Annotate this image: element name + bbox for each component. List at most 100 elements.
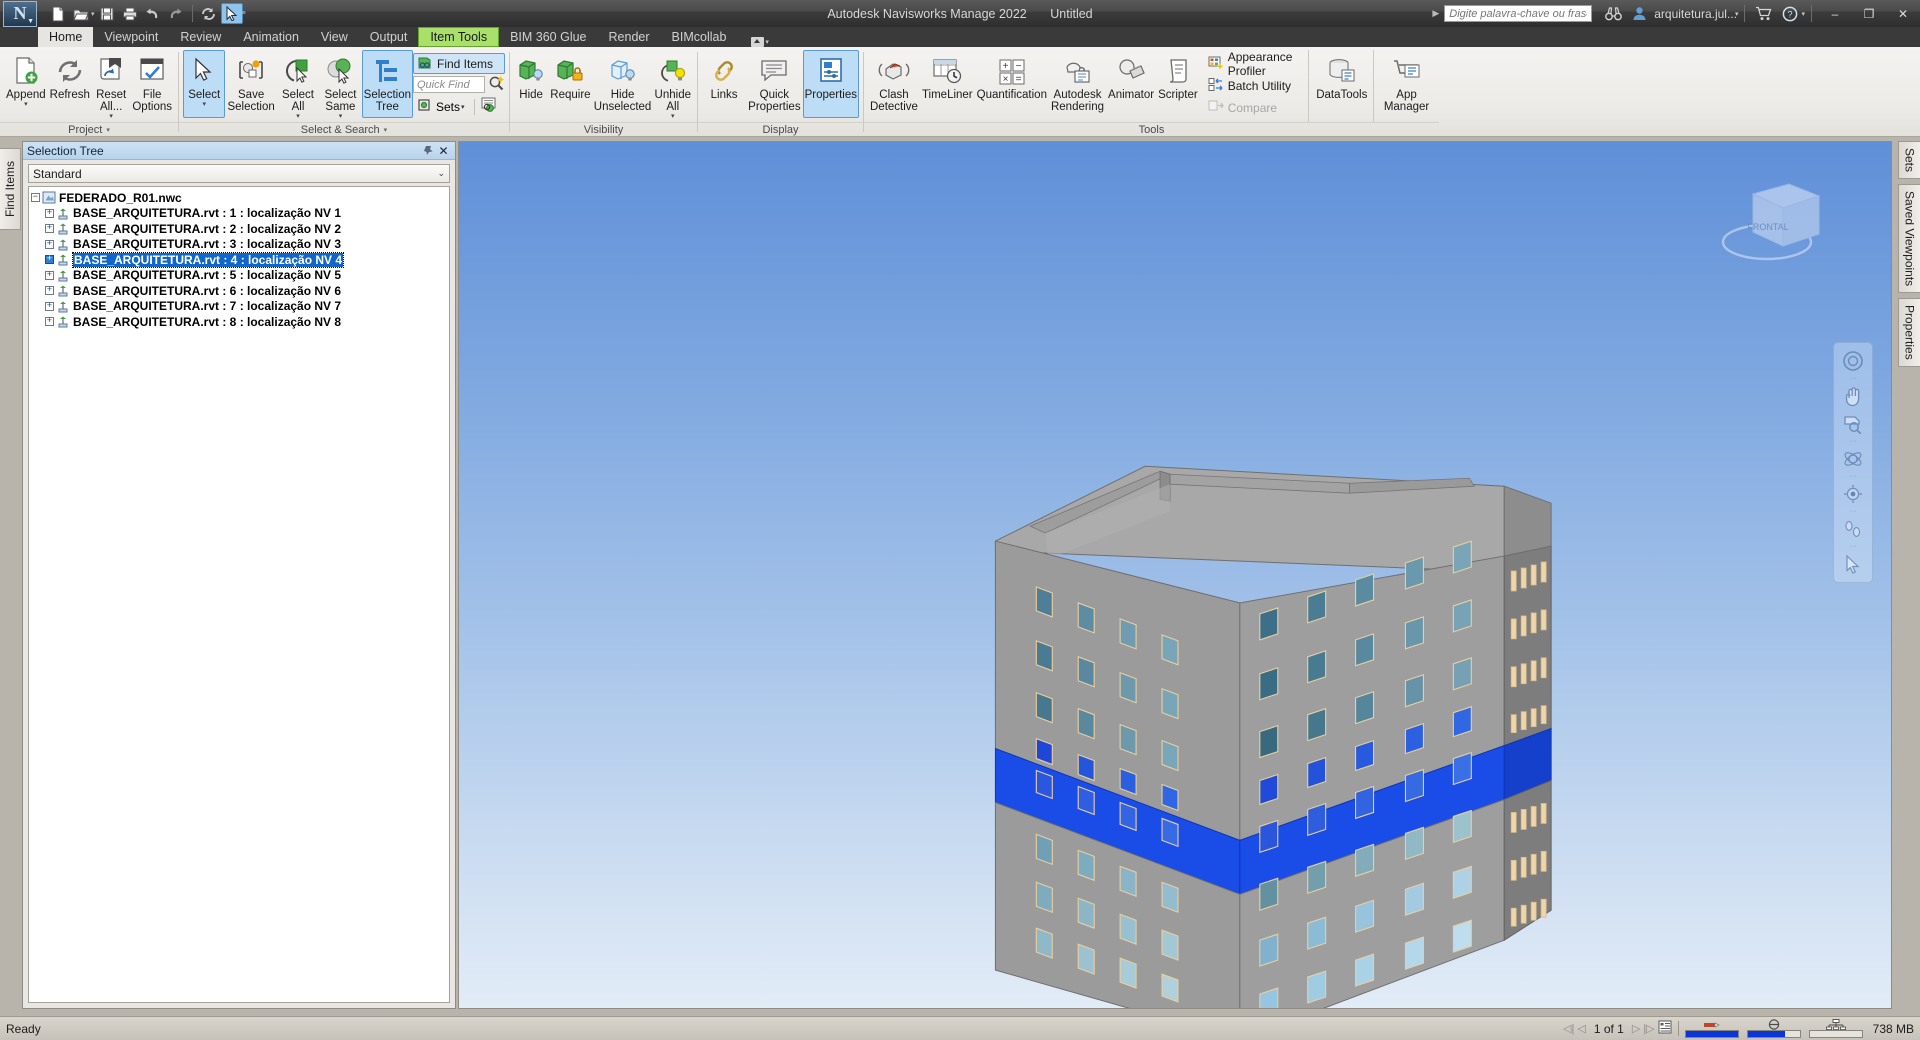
new-button[interactable] <box>47 3 69 24</box>
timeliner-button[interactable]: TimeLiner <box>920 50 975 118</box>
last-sheet-button[interactable]: |▷ <box>1643 1022 1654 1035</box>
select-same-button[interactable]: Select Same ▾ <box>319 50 361 121</box>
require-button[interactable]: Require <box>548 50 592 118</box>
3d-viewport[interactable]: FRONTAL ··· ··· ··· ··· ··· <box>458 141 1892 1009</box>
expander-icon[interactable]: − <box>31 193 40 203</box>
tab-viewpoint[interactable]: Viewpoint <box>93 27 169 47</box>
autodesk-rendering-button[interactable]: Autodesk Rendering <box>1049 50 1106 118</box>
tab-animation[interactable]: Animation <box>232 27 310 47</box>
expander-icon[interactable]: + <box>45 239 54 249</box>
tab-item-tools[interactable]: Item Tools <box>418 27 500 47</box>
open-button[interactable] <box>70 3 92 24</box>
tab-bimcollab[interactable]: BIMcollab <box>661 27 738 47</box>
help-icon[interactable]: ? <box>1777 1 1803 27</box>
close-icon[interactable]: ✕ <box>436 143 451 158</box>
expander-icon[interactable]: + <box>45 255 54 265</box>
compare-button[interactable]: Compare <box>1204 97 1300 118</box>
chevron-down-icon[interactable]: ▾ <box>106 126 110 134</box>
sheet-browser-icon[interactable] <box>1658 1020 1672 1037</box>
chevron-down-icon[interactable]: ▾ <box>671 113 675 120</box>
hide-button[interactable]: Hide <box>514 50 548 118</box>
selection-tree-list[interactable]: − FEDERADO_R01.nwc + BASE_ARQUITETURA.rv… <box>28 186 450 1003</box>
expander-icon[interactable]: + <box>45 208 54 218</box>
tab-home[interactable]: Home <box>38 27 94 47</box>
tab-sets[interactable]: Sets <box>1898 141 1920 180</box>
tree-item-7[interactable]: + BASE_ARQUITETURA.rvt : 7 : localização… <box>31 299 447 315</box>
view-cube[interactable]: FRONTAL <box>1711 170 1831 280</box>
select-tool-button[interactable] <box>220 3 243 24</box>
scripter-button[interactable]: Scripter <box>1156 50 1200 118</box>
tab-output[interactable]: Output <box>359 27 419 47</box>
find-items-button[interactable]: Find Items <box>412 53 505 74</box>
tree-item-1[interactable]: + BASE_ARQUITETURA.rvt : 1 : localização… <box>31 206 447 222</box>
file-options-button[interactable]: File Options <box>130 50 174 118</box>
minimize-button[interactable]: – <box>1818 0 1852 27</box>
properties-button[interactable]: Properties <box>802 50 859 118</box>
redo-button[interactable] <box>165 3 187 24</box>
appearance-profiler-button[interactable]: Appearance Profiler <box>1204 50 1300 78</box>
steering-wheel-icon[interactable] <box>1838 348 1868 374</box>
search-expand-icon[interactable]: ▶ <box>1432 8 1439 19</box>
tab-render[interactable]: Render <box>598 27 661 47</box>
select-button[interactable]: Select ▾ <box>183 50 226 118</box>
user-avatar-icon[interactable] <box>1626 1 1652 27</box>
tree-item-3[interactable]: + BASE_ARQUITETURA.rvt : 3 : localização… <box>31 237 447 253</box>
find-items-side-tab[interactable]: Find Items <box>0 148 21 230</box>
restore-button[interactable]: ❐ <box>1852 0 1886 27</box>
walk-icon[interactable] <box>1838 516 1868 542</box>
sets-button[interactable]: Sets ▾ <box>413 95 470 118</box>
expander-icon[interactable]: + <box>45 286 54 296</box>
undo-button[interactable] <box>142 3 164 24</box>
tab-review[interactable]: Review <box>169 27 232 47</box>
select-cursor-icon[interactable] <box>1838 551 1868 577</box>
tree-mode-dropdown[interactable]: Standard ⌄ <box>28 164 450 183</box>
application-menu-button[interactable]: N ▼ <box>3 0 37 27</box>
user-menu-chevron-icon[interactable]: ▾ <box>1735 10 1739 18</box>
binoculars-icon[interactable] <box>1600 1 1626 27</box>
tab-saved-viewpoints[interactable]: Saved Viewpoints <box>1898 184 1920 294</box>
look-around-icon[interactable] <box>1838 481 1868 507</box>
select-all-button[interactable]: Select All ▾ <box>277 50 319 121</box>
chevron-down-icon[interactable]: ▾ <box>109 113 113 120</box>
tab-view[interactable]: View <box>310 27 359 47</box>
expander-icon[interactable]: + <box>45 301 54 311</box>
tab-bim360-glue[interactable]: BIM 360 Glue <box>499 27 597 47</box>
first-sheet-button[interactable]: ◁| <box>1563 1022 1574 1035</box>
tree-item-5[interactable]: + BASE_ARQUITETURA.rvt : 5 : localização… <box>31 268 447 284</box>
quick-find-input[interactable]: Quick Find <box>412 76 485 93</box>
help-menu-chevron-icon[interactable]: ▾ <box>1801 10 1805 18</box>
app-manager-button[interactable]: App Manager <box>1378 50 1435 118</box>
tree-item-6[interactable]: + BASE_ARQUITETURA.rvt : 6 : localização… <box>31 283 447 299</box>
chevron-down-icon[interactable]: ▾ <box>24 101 28 108</box>
qat-overflow-icon[interactable]: ≡ <box>242 10 246 17</box>
chevron-down-icon[interactable]: ▾ <box>384 126 388 134</box>
tree-item-4-selected[interactable]: + BASE_ARQUITETURA.rvt : 4 : localização… <box>31 251 447 268</box>
hide-unselected-button[interactable]: Hide Unselected <box>593 50 653 118</box>
append-button[interactable]: Append ▾ <box>4 50 48 118</box>
building-model[interactable] <box>459 142 1891 1008</box>
zoom-window-icon[interactable] <box>1838 411 1868 437</box>
tree-root-node[interactable]: − FEDERADO_R01.nwc <box>31 190 447 206</box>
pan-hand-icon[interactable] <box>1838 383 1868 409</box>
ribbon-display-options[interactable]: ▾ <box>751 37 769 47</box>
save-selection-button[interactable]: Save Selection <box>225 50 276 118</box>
chevron-down-icon[interactable]: ▾ <box>296 113 300 120</box>
print-button[interactable] <box>119 3 141 24</box>
refresh-button[interactable] <box>198 3 220 24</box>
close-button[interactable]: ✕ <box>1886 0 1920 27</box>
quantification-button[interactable]: + − × = Quantification <box>975 50 1049 118</box>
user-name-label[interactable]: arquitetura.jul... <box>1654 7 1737 21</box>
refresh-button-ribbon[interactable]: Refresh <box>48 50 92 118</box>
tree-item-8[interactable]: + BASE_ARQUITETURA.rvt : 8 : localização… <box>31 314 447 330</box>
selection-tree-button[interactable]: Selection Tree <box>361 50 413 118</box>
orbit-icon[interactable] <box>1838 446 1868 472</box>
clash-detective-button[interactable]: Clash Detective <box>868 50 920 118</box>
expander-icon[interactable]: + <box>45 224 54 234</box>
previous-sheet-button[interactable]: ◁ <box>1577 1022 1585 1035</box>
animator-button[interactable]: Animator <box>1106 50 1156 118</box>
chevron-down-icon[interactable]: ▾ <box>461 103 465 111</box>
search-input[interactable] <box>1444 5 1593 22</box>
tree-item-2[interactable]: + BASE_ARQUITETURA.rvt : 2 : localização… <box>31 221 447 237</box>
reset-all-button[interactable]: Reset All... ▾ <box>92 50 130 121</box>
expander-icon[interactable]: + <box>45 317 54 327</box>
